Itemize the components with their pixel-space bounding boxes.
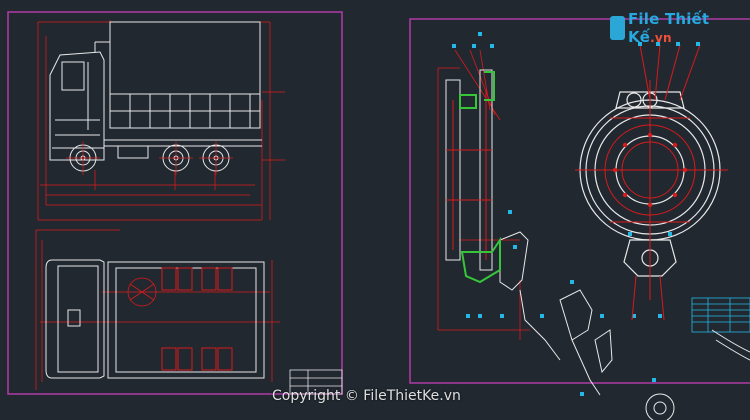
truck-side-view [37, 20, 285, 221]
truck-top-view [35, 229, 343, 395]
cad-drawing-canvas[interactable]: File Thiết Kế.vn Copyright © FileThietKe… [0, 0, 750, 420]
copyright-watermark: Copyright © FileThietKe.vn [272, 388, 461, 404]
brake-assembly-section [437, 32, 662, 396]
cad-drawing-svg [7, 11, 750, 420]
logo-suffix-text: .vn [650, 31, 672, 45]
logo-text: File Thiết Kế.vn [628, 10, 750, 46]
right-sheet-frame [409, 18, 750, 384]
file-icon [610, 16, 625, 40]
site-logo: File Thiết Kế.vn [610, 10, 750, 46]
brake-drum-front-view [575, 42, 728, 321]
bracket-detail [645, 329, 750, 420]
parts-list-table [691, 297, 750, 333]
